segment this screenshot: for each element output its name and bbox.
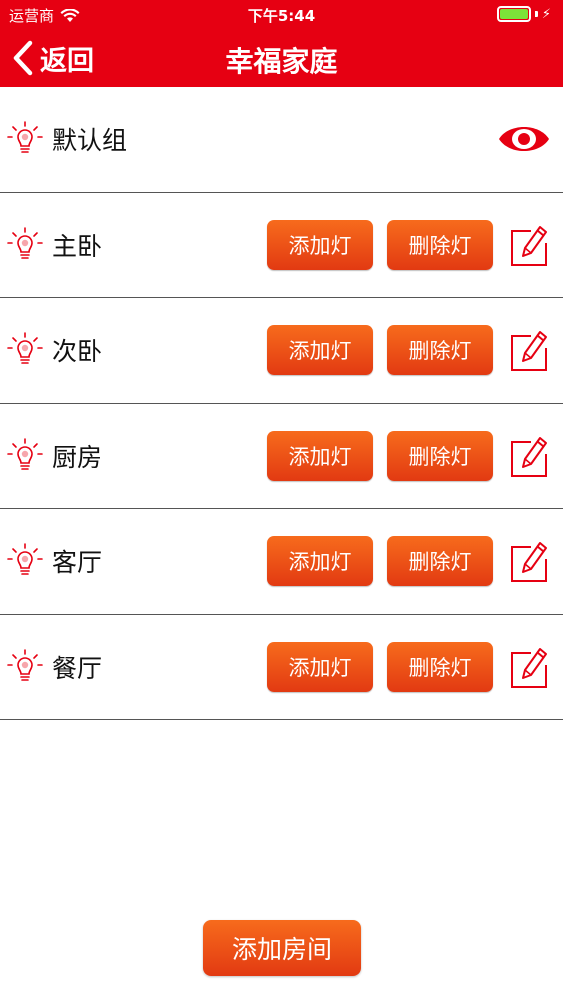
room-label: 客厅	[52, 548, 103, 578]
room-label: 厨房	[52, 442, 103, 472]
lightbulb-icon	[6, 120, 44, 158]
add-light-button[interactable]: 添加灯	[267, 641, 373, 692]
edit-icon[interactable]	[509, 328, 549, 372]
room-row[interactable]: 默认组	[0, 87, 563, 193]
add-light-button[interactable]: 添加灯	[267, 325, 373, 376]
delete-light-button[interactable]: 删除灯	[387, 641, 493, 692]
room-label: 主卧	[52, 231, 103, 261]
add-room-button[interactable]: 添加房间	[203, 920, 361, 976]
lightbulb-icon	[6, 542, 44, 580]
lightbulb-icon	[6, 648, 44, 686]
battery-indicator: ⚡	[496, 6, 551, 22]
delete-light-button[interactable]: 删除灯	[387, 430, 493, 481]
status-time: 下午5:44	[247, 7, 316, 25]
room-row[interactable]: 餐厅 添加灯 删除灯	[0, 615, 563, 720]
room-label: 默认组	[52, 126, 128, 156]
room-row[interactable]: 厨房 添加灯 删除灯	[0, 404, 563, 509]
delete-light-button[interactable]: 删除灯	[387, 325, 493, 376]
battery-fill	[499, 9, 528, 19]
add-light-button[interactable]: 添加灯	[267, 536, 373, 587]
delete-light-button[interactable]: 删除灯	[387, 219, 493, 270]
lightbulb-icon	[6, 437, 44, 475]
battery-icon	[496, 6, 531, 22]
navigation-bar: 返回 幸福家庭	[0, 30, 563, 87]
lightbulb-icon	[6, 226, 44, 264]
status-bar: 运营商 下午5:44 ⚡	[0, 0, 563, 30]
room-row[interactable]: 主卧 添加灯 删除灯	[0, 193, 563, 298]
battery-cap	[534, 11, 538, 17]
room-label: 餐厅	[52, 653, 103, 683]
add-light-button[interactable]: 添加灯	[267, 430, 373, 481]
lightbulb-icon	[6, 331, 44, 369]
charging-icon: ⚡	[541, 6, 551, 22]
edit-icon[interactable]	[509, 645, 549, 689]
room-row[interactable]: 客厅 添加灯 删除灯	[0, 509, 563, 615]
room-label: 次卧	[52, 337, 103, 367]
edit-icon[interactable]	[509, 223, 549, 267]
edit-icon[interactable]	[509, 434, 549, 478]
app-header: 运营商 下午5:44 ⚡ 返回 幸福家庭	[0, 0, 563, 87]
edit-icon[interactable]	[509, 539, 549, 583]
eye-icon[interactable]	[497, 120, 551, 158]
page-title: 幸福家庭	[225, 45, 338, 78]
room-row[interactable]: 次卧 添加灯 删除灯	[0, 298, 563, 404]
delete-light-button[interactable]: 删除灯	[387, 536, 493, 587]
add-light-button[interactable]: 添加灯	[267, 219, 373, 270]
room-list: 默认组 主卧 添加灯 删除灯 次卧 添加灯 删除灯 厨房 添加灯 删除灯 客厅 …	[0, 87, 563, 720]
